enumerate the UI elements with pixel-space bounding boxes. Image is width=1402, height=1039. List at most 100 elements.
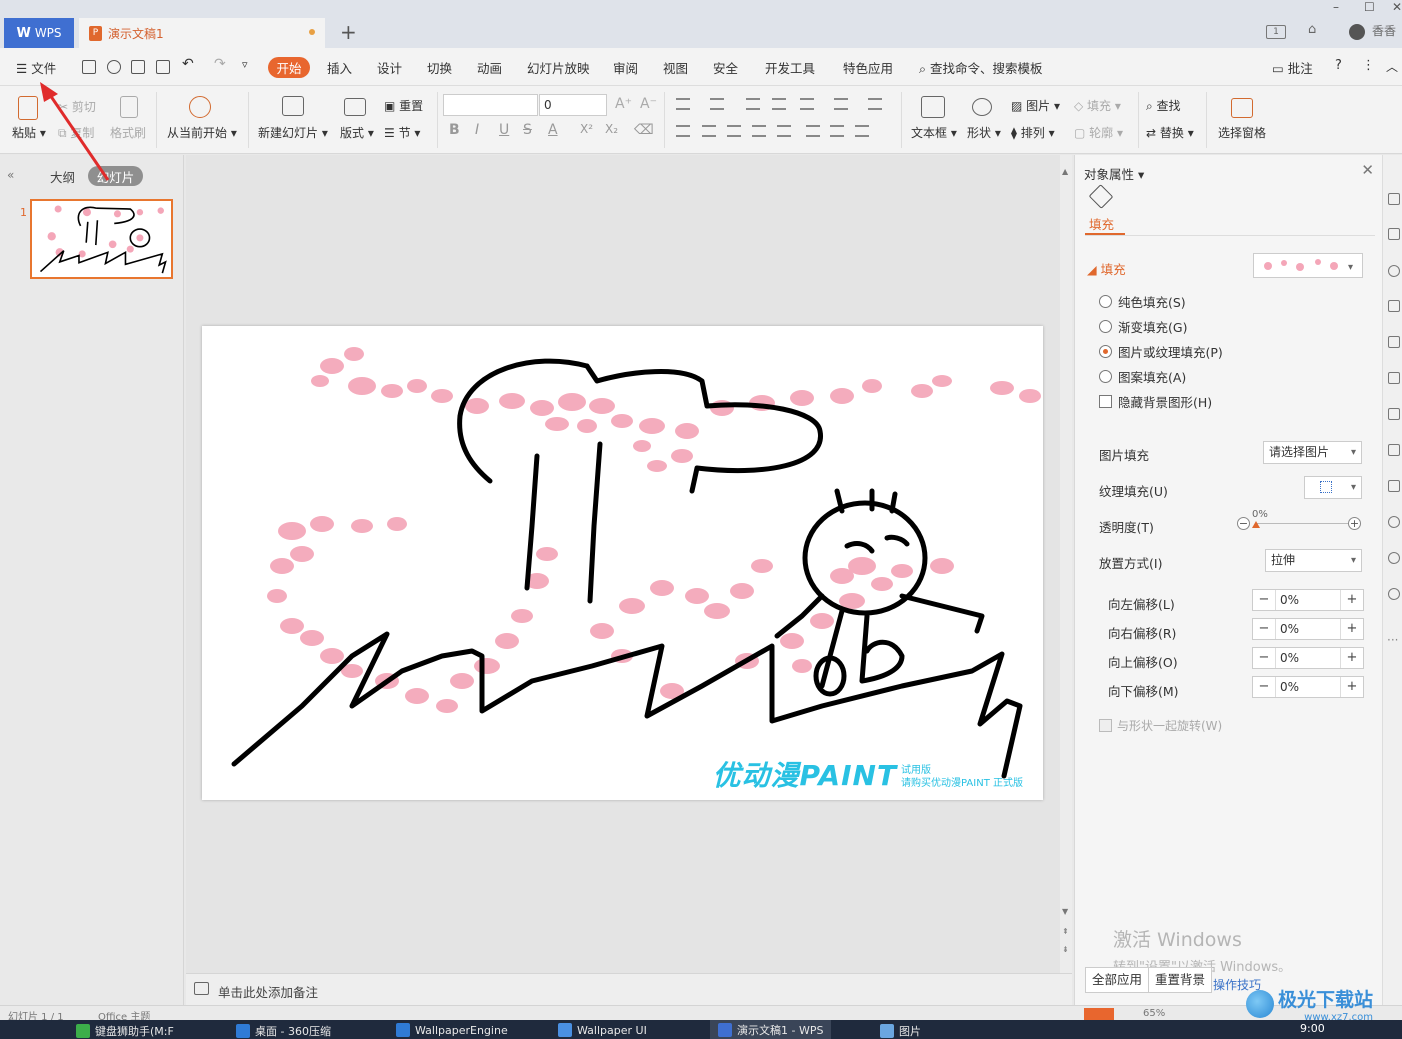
font-size-select[interactable]: 0 [539,94,607,116]
font-color-icon[interactable]: A [548,122,558,138]
collapse-ribbon-icon[interactable]: ︿ [1386,58,1398,75]
tab-special[interactable]: 特色应用 [843,58,893,77]
align-center-icon[interactable] [702,125,716,137]
scroll-down-icon[interactable]: ▼ [1062,907,1068,916]
minus-icon[interactable]: − [1253,677,1275,697]
arrange-button[interactable]: ⧫ 排列 ▾ [1011,124,1055,141]
prev-slide-icon[interactable]: ⇞ [1062,927,1069,936]
skin-icon[interactable]: ⌂ [1308,22,1316,37]
layout-button[interactable]: 版式 ▾ [340,124,374,141]
tab-outline[interactable]: 大纲 [50,167,75,186]
tab-design[interactable]: 设计 [377,58,402,77]
paste-icon[interactable] [18,96,38,120]
notes-placeholder[interactable]: 单击此处添加备注 [218,982,318,1001]
shape-outline-button[interactable]: ▢ 轮廓 ▾ [1074,124,1123,141]
fill-preview-select[interactable]: ▾ [1253,253,1363,278]
tab-view[interactable]: 视图 [663,58,688,77]
textbox-button[interactable]: 文本框 ▾ [911,124,957,141]
customize-toolbar-icon[interactable]: ▿ [242,58,248,71]
from-current-button[interactable]: 从当前开始 ▾ [167,124,237,141]
reset-background-button[interactable]: 重置背景 [1148,967,1213,993]
shape-fill-button[interactable]: ◇ 填充 ▾ [1074,97,1121,114]
columns-icon[interactable] [834,98,848,110]
text-style-icon[interactable] [1388,300,1400,312]
scroll-up-icon[interactable]: ▲ [1062,167,1068,176]
copy-button[interactable]: ⧉ 复制 [58,124,94,141]
zoom-level[interactable]: 65% [1143,1008,1165,1019]
collapse-pane-icon[interactable]: « [7,168,14,182]
increase-font-icon[interactable]: A⁺ [615,96,632,112]
font-family-select[interactable] [443,94,538,116]
picture-fill-radio[interactable] [1099,345,1112,358]
wps-home-tab[interactable]: W WPS [4,18,74,48]
solid-fill-radio[interactable] [1099,295,1112,308]
transparency-minus-icon[interactable]: − [1237,517,1250,530]
paragraph-spacing-icon[interactable] [830,125,844,137]
picture-fill-select[interactable]: 请选择图片 [1263,441,1362,464]
shape-button[interactable]: 形状 ▾ [967,124,1001,141]
tab-review[interactable]: 审阅 [613,58,638,77]
tab-slides[interactable]: 幻灯片 [88,166,143,186]
save-icon[interactable] [82,60,96,74]
tab-home[interactable]: 开始 [268,57,310,78]
comment-button[interactable]: ▭ 批注 [1272,58,1313,77]
object-props-icon[interactable] [1388,336,1400,348]
bullet-list-icon[interactable] [676,98,690,110]
fill-bucket-icon[interactable] [1088,184,1114,209]
align-right-icon[interactable] [727,125,741,137]
texture-fill-select[interactable] [1304,476,1362,499]
pattern-fill-radio[interactable] [1099,370,1112,383]
rotate-with-shape-checkbox[interactable] [1099,719,1112,732]
new-tab-button[interactable]: + [340,20,357,44]
taskbar-item-active[interactable]: 演示文稿1 - WPS [710,1020,832,1039]
tab-fill[interactable]: 填充 [1089,214,1114,233]
offset-top-stepper[interactable]: − 0% + [1252,647,1364,669]
strikethrough-icon[interactable]: S [523,122,532,138]
line-spacing-icon[interactable] [806,125,820,137]
taskbar-item[interactable]: 桌面 - 360压缩 [236,1023,331,1039]
subscript-icon[interactable]: X₂ [605,122,618,136]
tab-developer[interactable]: 开发工具 [765,58,815,77]
text-direction-icon[interactable] [800,98,814,110]
taskbar-item[interactable]: 图片 [880,1023,921,1039]
minus-icon[interactable]: − [1253,648,1275,668]
hide-background-checkbox[interactable] [1099,395,1112,408]
para-settings-icon[interactable] [855,125,869,137]
taskbar-item[interactable]: WallpaperEngine [396,1023,508,1037]
tab-slideshow[interactable]: 幻灯片放映 [527,58,590,77]
placement-select[interactable]: 拉伸 [1265,549,1362,572]
reset-button[interactable]: ▣ 重置 [384,97,423,114]
window-layout-icon[interactable]: 1 [1266,25,1286,39]
format-painter-button[interactable]: 格式刷 [110,124,146,141]
underline-icon[interactable]: U [499,122,509,138]
offset-right-input[interactable]: 0% [1275,619,1341,639]
picture-icon[interactable] [1388,444,1400,456]
tab-animation[interactable]: 动画 [477,58,502,77]
more-icon[interactable]: ··· [1387,633,1398,647]
tab-security[interactable]: 安全 [713,58,738,77]
output-pdf-icon[interactable] [107,60,121,74]
command-search[interactable]: ⌕ 查找命令、搜索模板 [919,58,1043,77]
selection-pane-button[interactable]: 选择窗格 [1218,124,1266,141]
offset-bottom-stepper[interactable]: − 0% + [1252,676,1364,698]
rotate-with-shape-option[interactable]: 与形状一起旋转(W) [1099,717,1222,734]
minus-icon[interactable]: − [1253,590,1275,610]
background-icon[interactable] [1388,408,1400,420]
fill-section-header[interactable]: ◢ 填充 [1087,259,1126,278]
offset-right-stepper[interactable]: − 0% + [1252,618,1364,640]
tab-insert[interactable]: 插入 [327,58,352,77]
print-preview-icon[interactable] [156,60,170,74]
slide-thumbnail[interactable] [30,199,173,279]
more-icon[interactable]: ⋮ [1362,58,1375,73]
gradient-fill-option[interactable]: 渐变填充(G) [1099,317,1187,336]
distribute-icon[interactable] [777,125,791,137]
sound-icon[interactable] [1388,480,1400,492]
picture-button[interactable]: ▨ 图片 ▾ [1011,97,1060,114]
close-window-icon[interactable]: ✕ [1392,0,1402,14]
picture-fill-option[interactable]: 图片或纹理填充(P) [1099,342,1223,361]
minimize-icon[interactable]: – [1333,0,1339,14]
decrease-font-icon[interactable]: A⁻ [640,96,657,112]
print-icon[interactable] [131,60,145,74]
plus-icon[interactable]: + [1341,648,1363,668]
plus-icon[interactable]: + [1341,619,1363,639]
